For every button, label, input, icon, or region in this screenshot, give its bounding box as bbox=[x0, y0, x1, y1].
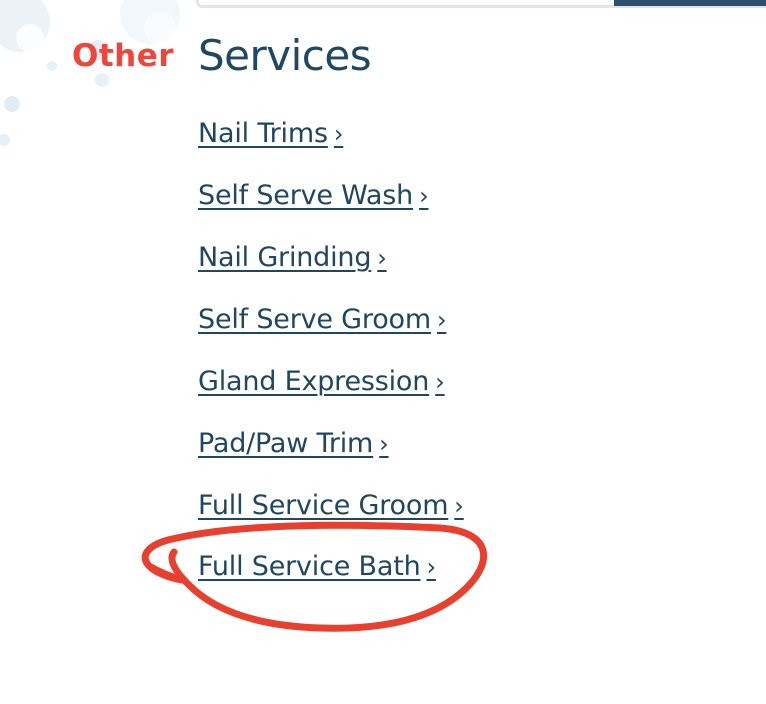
chevron-right-icon: › bbox=[377, 244, 387, 272]
chevron-right-icon: › bbox=[426, 553, 437, 581]
service-link-label: Self Serve Wash bbox=[198, 180, 414, 211]
page-title: Services bbox=[198, 31, 372, 80]
service-link-label: Nail Grinding bbox=[198, 242, 372, 273]
service-link-label: Full Service Groom bbox=[198, 490, 449, 521]
service-link-full-service-bath[interactable]: Full Service Bath › bbox=[198, 551, 436, 582]
chevron-right-icon: › bbox=[454, 492, 464, 520]
service-link-nail-trims[interactable]: Nail Trims › bbox=[198, 118, 343, 149]
bubbles-icon bbox=[0, 0, 180, 146]
service-link-pad-paw-trim[interactable]: Pad/Paw Trim › bbox=[198, 428, 389, 459]
list-item: Nail Trims › bbox=[198, 114, 464, 176]
service-link-full-service-groom[interactable]: Full Service Groom › bbox=[198, 490, 464, 521]
chevron-right-icon: › bbox=[333, 120, 344, 148]
service-link-gland-expression[interactable]: Gland Expression › bbox=[198, 366, 445, 397]
services-list: Nail Trims › Self Serve Wash › Nail Grindi… bbox=[198, 114, 464, 608]
list-item: Gland Expression › bbox=[198, 362, 464, 424]
list-item: Full Service Bath › bbox=[198, 547, 464, 608]
service-link-label: Nail Trims bbox=[198, 118, 328, 149]
service-link-nail-grinding[interactable]: Nail Grinding › bbox=[198, 242, 387, 273]
page: Other Services Nail Trims › Self Serve Wa… bbox=[0, 0, 766, 704]
service-link-label: Self Serve Groom bbox=[198, 304, 431, 335]
service-link-label: Gland Expression bbox=[198, 366, 430, 397]
search-button-edge[interactable] bbox=[614, 0, 766, 6]
chevron-right-icon: › bbox=[436, 306, 447, 334]
service-link-self-serve-wash[interactable]: Self Serve Wash › bbox=[198, 180, 429, 211]
chevron-right-icon: › bbox=[419, 182, 429, 210]
list-item: Full Service Groom › bbox=[198, 486, 464, 547]
heading-accent: Other bbox=[72, 38, 175, 74]
chevron-right-icon: › bbox=[435, 368, 445, 396]
list-item: Pad/Paw Trim › bbox=[198, 424, 464, 486]
service-link-self-serve-groom[interactable]: Self Serve Groom › bbox=[198, 304, 447, 335]
list-item: Self Serve Wash › bbox=[198, 176, 464, 238]
service-link-label: Full Service Bath bbox=[198, 551, 421, 582]
service-link-label: Pad/Paw Trim bbox=[198, 428, 374, 459]
list-item: Nail Grinding › bbox=[198, 238, 464, 300]
list-item: Self Serve Groom › bbox=[198, 300, 464, 362]
chevron-right-icon: › bbox=[379, 430, 389, 458]
